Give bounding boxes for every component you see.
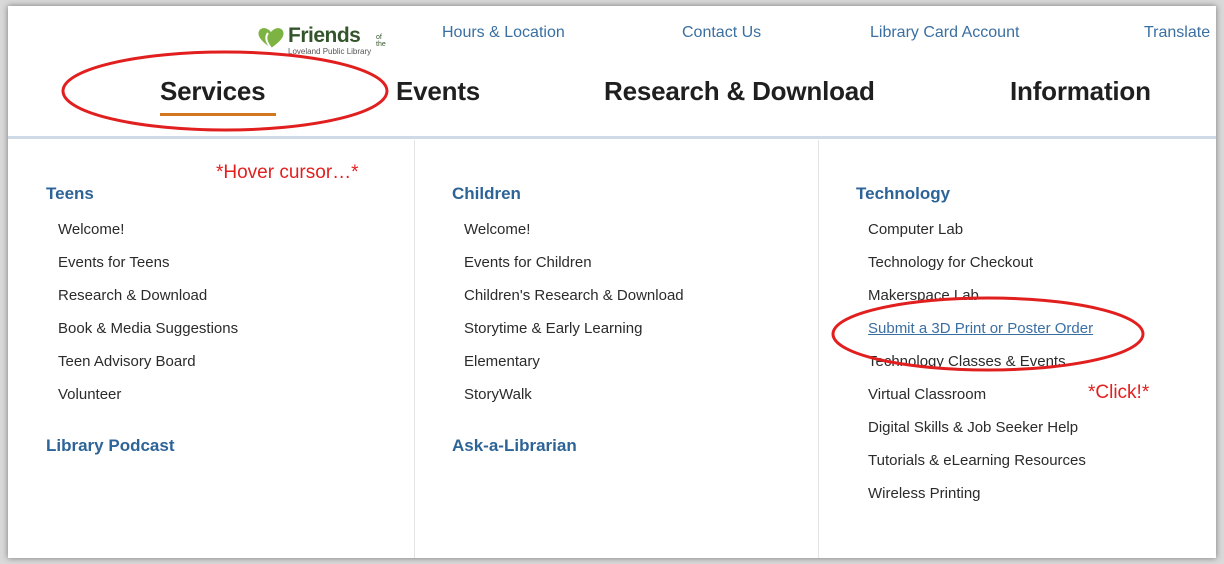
submit-3d-print-highlight-ellipse — [831, 296, 1145, 372]
navigation-panel: Friends of the Loveland Public Library H… — [8, 6, 1216, 558]
annotation-overlay — [61, 50, 1145, 372]
services-highlight-ellipse — [61, 50, 389, 132]
